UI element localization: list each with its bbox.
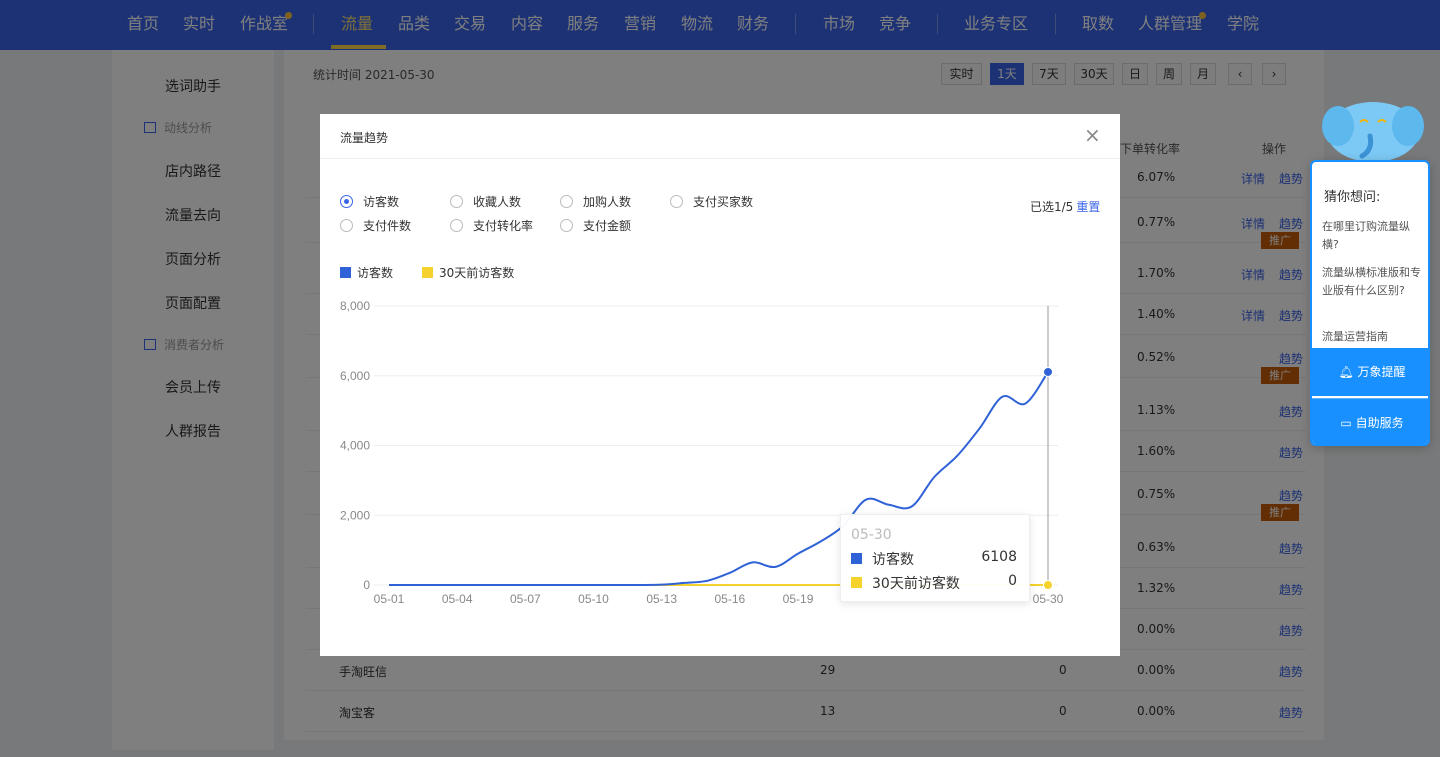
tooltip-row-prev-visitors: 30天前访客数 0 — [851, 573, 1021, 593]
help-question[interactable]: 在哪里订购流量纵横? — [1322, 218, 1422, 254]
series-point-visitors — [1043, 366, 1053, 377]
trend-chart: 0 2,000 4,000 6,000 8,000 05-01 05-04 05-07 05-1… — [340, 299, 1064, 606]
reminder-button[interactable]: 🔔︎ 万象提醒 — [1312, 348, 1428, 396]
tooltip-swatch — [851, 577, 862, 588]
x-tick-label: 05-10 — [578, 592, 609, 606]
x-tick-label: 05-16 — [715, 592, 746, 606]
help-question[interactable]: 流量运营指南 — [1322, 328, 1422, 346]
x-tick-label: 05-13 — [646, 592, 677, 606]
help-title: 猜你想问: — [1324, 190, 1381, 205]
chart-tooltip: 05-30 访客数 6108 30天前访客数 0 — [840, 514, 1030, 602]
x-tick-label: 05-07 — [510, 592, 541, 606]
tooltip-label: 30天前访客数 — [872, 576, 960, 592]
elephant-mascot-icon[interactable] — [1320, 100, 1426, 164]
series-point-prev-visitors — [1043, 580, 1053, 590]
x-tick-label: 05-19 — [783, 592, 814, 606]
reminder-label: 万象提醒 — [1357, 365, 1406, 379]
chat-icon: ▭ — [1340, 416, 1356, 430]
bell-icon: 🔔︎ — [1338, 365, 1358, 379]
x-tick-label: 05-01 — [374, 592, 405, 606]
tooltip-row-visitors: 访客数 6108 — [851, 549, 1021, 569]
x-tick-label: 05-04 — [442, 592, 473, 606]
y-tick-label: 4,000 — [340, 439, 370, 453]
tooltip-date: 05-30 — [851, 527, 892, 543]
tooltip-value: 0 — [1008, 573, 1017, 589]
y-tick-label: 8,000 — [340, 299, 370, 313]
x-tick-label: 05-30 — [1033, 592, 1064, 606]
y-tick-label: 2,000 — [340, 508, 370, 522]
tooltip-label: 访客数 — [872, 552, 914, 568]
tooltip-value: 6108 — [981, 549, 1017, 565]
help-question[interactable]: 流量纵横标准版和专业版有什么区别? — [1322, 264, 1422, 300]
y-tick-label: 0 — [363, 578, 370, 592]
help-widget: 猜你想问: 在哪里订购流量纵横? 流量纵横标准版和专业版有什么区别? 流量运营指… — [1310, 160, 1430, 446]
y-tick-label: 6,000 — [340, 369, 370, 383]
self-service-label: 自助服务 — [1355, 416, 1404, 430]
self-service-button[interactable]: ▭ 自助服务 — [1312, 398, 1428, 444]
tooltip-swatch — [851, 553, 862, 564]
